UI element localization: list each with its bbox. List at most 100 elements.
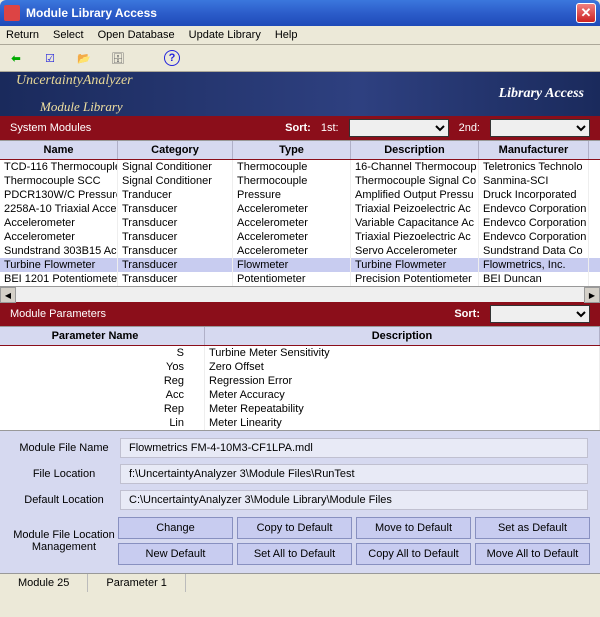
- cell: Servo Accelerometer: [351, 244, 479, 258]
- cell: Endevco Corporation: [479, 216, 589, 230]
- cell: Transducer: [118, 244, 233, 258]
- menubar: Return Select Open Database Update Libra…: [0, 26, 600, 45]
- banner-title-2: Module Library: [40, 99, 133, 115]
- table-row[interactable]: Sundstrand 303B15 AccTransducerAccelerom…: [0, 244, 600, 258]
- set-all-to-default-button[interactable]: Set All to Default: [237, 543, 352, 565]
- col-manufacturer[interactable]: Manufacturer: [479, 141, 589, 159]
- param-name: Rep: [0, 402, 205, 416]
- close-button[interactable]: ✕: [576, 3, 596, 23]
- param-name: Yos: [0, 360, 205, 374]
- file-name-value: Flowmetrics FM-4-10M3-CF1LPA.mdl: [120, 438, 588, 458]
- sort-first-label: 1st:: [321, 122, 339, 134]
- file-section: Module File Name Flowmetrics FM-4-10M3-C…: [0, 430, 600, 573]
- cell: Transducer: [118, 230, 233, 244]
- sort-second-label: 2nd:: [459, 122, 480, 134]
- col-description[interactable]: Description: [351, 141, 479, 159]
- scroll-track[interactable]: [16, 287, 584, 302]
- change-button[interactable]: Change: [118, 517, 233, 539]
- banner: UncertaintyAnalyzer Module Library Libra…: [0, 72, 600, 116]
- menu-return[interactable]: Return: [6, 29, 39, 41]
- cell: Thermocouple SCC: [0, 174, 118, 188]
- module-parameters-title: Module Parameters: [10, 308, 106, 320]
- status-parameter: Parameter 1: [88, 574, 186, 592]
- cell: Accelerometer: [233, 202, 351, 216]
- param-sort-select[interactable]: [490, 305, 590, 323]
- cell: Sundstrand 303B15 Acc: [0, 244, 118, 258]
- module-parameters-header: Module Parameters Sort:: [0, 302, 600, 326]
- cell: Precision Potentiometer: [351, 272, 479, 286]
- table-row[interactable]: AccelerometerTransducerAccelerometerVari…: [0, 216, 600, 230]
- table-row[interactable]: PDCR130W/C PressureTranducerPressureAmpl…: [0, 188, 600, 202]
- copy-all-to-default-button[interactable]: Copy All to Default: [356, 543, 471, 565]
- list-item[interactable]: RepMeter Repeatability: [0, 402, 600, 416]
- cell: 16-Channel Thermocoup: [351, 160, 479, 174]
- col-category[interactable]: Category: [118, 141, 233, 159]
- table-row[interactable]: Turbine FlowmeterTransducerFlowmeterTurb…: [0, 258, 600, 272]
- col-type[interactable]: Type: [233, 141, 351, 159]
- list-item[interactable]: AccMeter Accuracy: [0, 388, 600, 402]
- menu-select[interactable]: Select: [53, 29, 84, 41]
- banner-title-1: UncertaintyAnalyzer: [16, 73, 133, 89]
- table-row[interactable]: BEI 1201 PotentiometerTransducerPotentio…: [0, 272, 600, 286]
- cell: Amplified Output Pressu: [351, 188, 479, 202]
- col-name[interactable]: Name: [0, 141, 118, 159]
- param-name: S: [0, 346, 205, 360]
- toolbar: ⬅ ☑ 📂 🗄 ?: [0, 45, 600, 72]
- params-table[interactable]: STurbine Meter SensitivityYosZero Offset…: [0, 346, 600, 430]
- cell: Transducer: [118, 258, 233, 272]
- modules-column-header: Name Category Type Description Manufactu…: [0, 140, 600, 160]
- open-folder-icon[interactable]: 📂: [74, 48, 94, 68]
- cell: Signal Conditioner: [118, 160, 233, 174]
- table-row[interactable]: 2258A-10 Triaxial AccelTransducerAcceler…: [0, 202, 600, 216]
- cell: Druck Incorporated: [479, 188, 589, 202]
- cell: 2258A-10 Triaxial Accel: [0, 202, 118, 216]
- new-default-button[interactable]: New Default: [118, 543, 233, 565]
- cell: Turbine Flowmeter: [0, 258, 118, 272]
- move-to-default-button[interactable]: Move to Default: [356, 517, 471, 539]
- param-desc: Meter Linearity: [205, 416, 600, 430]
- list-item[interactable]: LinMeter Linearity: [0, 416, 600, 430]
- cell: Accelerometer: [0, 230, 118, 244]
- move-all-to-default-button[interactable]: Move All to Default: [475, 543, 590, 565]
- app-icon: [4, 5, 20, 21]
- titlebar: Module Library Access ✕: [0, 0, 600, 26]
- list-item[interactable]: STurbine Meter Sensitivity: [0, 346, 600, 360]
- modules-table[interactable]: TCD-116 Thermocouple SSignal Conditioner…: [0, 160, 600, 286]
- cell: Thermocouple: [233, 160, 351, 174]
- cell: Signal Conditioner: [118, 174, 233, 188]
- set-as-default-button[interactable]: Set as Default: [475, 517, 590, 539]
- cell: Accelerometer: [233, 244, 351, 258]
- pcol-name[interactable]: Parameter Name: [0, 327, 205, 345]
- cell: Tranducer: [118, 188, 233, 202]
- table-row[interactable]: Thermocouple SCCSignal ConditionerThermo…: [0, 174, 600, 188]
- help-icon[interactable]: ?: [164, 50, 180, 66]
- param-name: Lin: [0, 416, 205, 430]
- menu-help[interactable]: Help: [275, 29, 298, 41]
- cell: Variable Capacitance Ac: [351, 216, 479, 230]
- scroll-right-icon[interactable]: ▶: [584, 287, 600, 303]
- modules-hscroll[interactable]: ◀ ▶: [0, 286, 600, 302]
- file-name-label: Module File Name: [10, 442, 118, 454]
- pcol-desc[interactable]: Description: [205, 327, 600, 345]
- sort-label: Sort:: [285, 122, 311, 134]
- cell: Thermocouple: [233, 174, 351, 188]
- check-icon[interactable]: ☑: [40, 48, 60, 68]
- list-item[interactable]: YosZero Offset: [0, 360, 600, 374]
- table-row[interactable]: AccelerometerTransducerAccelerometerTria…: [0, 230, 600, 244]
- back-icon[interactable]: ⬅: [6, 48, 26, 68]
- copy-to-default-button[interactable]: Copy to Default: [237, 517, 352, 539]
- scroll-left-icon[interactable]: ◀: [0, 287, 16, 303]
- table-row[interactable]: TCD-116 Thermocouple SSignal Conditioner…: [0, 160, 600, 174]
- status-module: Module 25: [0, 574, 88, 592]
- sort-second-select[interactable]: [490, 119, 590, 137]
- file-location-value: f:\UncertaintyAnalyzer 3\Module Files\Ru…: [120, 464, 588, 484]
- sort-first-select[interactable]: [349, 119, 449, 137]
- param-desc: Turbine Meter Sensitivity: [205, 346, 600, 360]
- param-desc: Regression Error: [205, 374, 600, 388]
- cell: BEI Duncan: [479, 272, 589, 286]
- database-icon[interactable]: 🗄: [108, 48, 128, 68]
- menu-update-library[interactable]: Update Library: [189, 29, 261, 41]
- menu-open-database[interactable]: Open Database: [98, 29, 175, 41]
- list-item[interactable]: RegRegression Error: [0, 374, 600, 388]
- cell: Endevco Corporation: [479, 202, 589, 216]
